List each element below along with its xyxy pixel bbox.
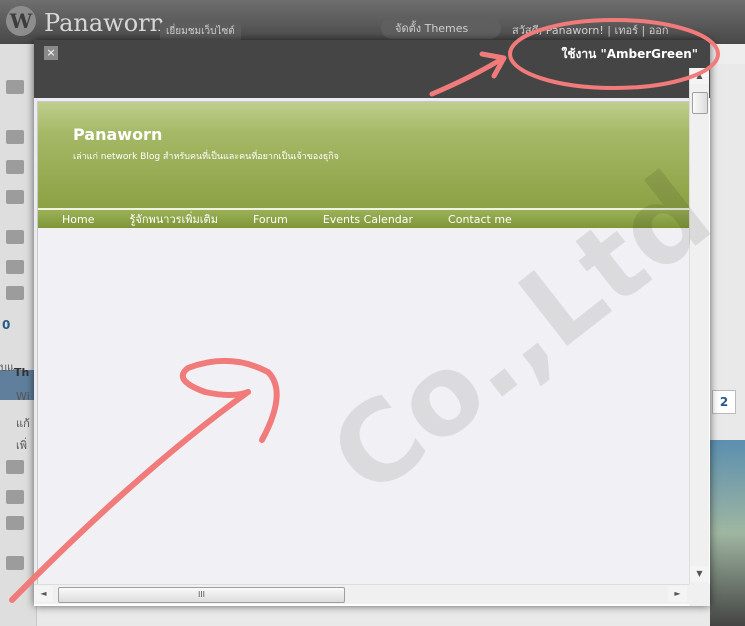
scrollbar-corner bbox=[689, 584, 710, 606]
sidebar-digit: 0 bbox=[2, 318, 11, 332]
vertical-scrollbar[interactable]: ▲ ▼ bbox=[689, 68, 709, 584]
scroll-right-icon[interactable]: ► bbox=[668, 586, 687, 602]
table-icon[interactable] bbox=[6, 286, 24, 300]
theme-thumbnail[interactable] bbox=[710, 440, 745, 626]
admin-sidebar bbox=[0, 44, 37, 626]
nav-events-calendar[interactable]: Events Calendar bbox=[323, 213, 413, 226]
vertical-scroll-thumb[interactable] bbox=[692, 92, 708, 114]
media-icon[interactable] bbox=[6, 160, 24, 174]
sidebar-label-editor[interactable]: แก้ bbox=[16, 414, 30, 432]
sidebar-label-widgets[interactable]: Wi bbox=[16, 390, 30, 403]
comments-icon[interactable] bbox=[6, 260, 24, 274]
modal-toolbar: × ใช้งาน "AmberGreen" bbox=[34, 40, 710, 98]
scroll-left-icon[interactable]: ◄ bbox=[34, 586, 53, 602]
links-icon[interactable] bbox=[6, 190, 24, 204]
tools-icon[interactable] bbox=[6, 516, 24, 530]
user-greeting[interactable]: สวัสดี, Panaworn! | เทอร์ | ออก bbox=[512, 21, 669, 39]
theme-site-title[interactable]: Panaworn bbox=[73, 125, 162, 144]
theme-header: Panaworn เล่าแก่ network Blog สำหรับคนที… bbox=[38, 102, 689, 210]
nav-contact[interactable]: Contact me bbox=[448, 213, 512, 226]
nav-about[interactable]: รู้จักพนาวรเพิ่มเติม bbox=[129, 210, 217, 228]
theme-page: Panaworn เล่าแก่ network Blog สำหรับคนที… bbox=[37, 101, 689, 584]
theme-nav-bar: Home รู้จักพนาวรเพิ่มเติม Forum Events C… bbox=[38, 210, 689, 228]
horizontal-scrollbar[interactable]: ◄ III ► bbox=[34, 584, 689, 604]
nav-home[interactable]: Home bbox=[62, 213, 94, 226]
sidebar-label-themes[interactable]: Th bbox=[14, 366, 29, 379]
background-strip bbox=[710, 44, 745, 64]
preview-viewport: Panaworn เล่าแก่ network Blog สำหรับคนที… bbox=[34, 98, 689, 584]
dashboard-icon[interactable] bbox=[6, 80, 24, 94]
pagination-page-2[interactable]: 2 bbox=[712, 390, 736, 414]
users-icon[interactable] bbox=[6, 490, 24, 504]
sidebar-label-add[interactable]: เพิ่ bbox=[16, 436, 27, 454]
sidebar-extra-label: บแ bbox=[0, 361, 15, 374]
close-icon[interactable]: × bbox=[44, 46, 58, 60]
activate-theme-link[interactable]: ใช้งาน "AmberGreen" bbox=[561, 45, 698, 64]
wordpress-logo-icon[interactable]: W bbox=[6, 6, 36, 36]
settings-icon[interactable] bbox=[6, 556, 24, 570]
horizontal-scroll-thumb[interactable]: III bbox=[58, 587, 345, 603]
scroll-up-icon[interactable]: ▲ bbox=[690, 68, 709, 84]
theme-preview-modal: × ใช้งาน "AmberGreen" Panaworn เล่าแก่ n… bbox=[34, 40, 710, 606]
visit-site-button[interactable]: เยี่ยมชมเว็บไซต์ bbox=[160, 22, 241, 41]
themes-dropdown-button[interactable]: จัดตั้ง Themes bbox=[381, 17, 501, 39]
plugins-icon[interactable] bbox=[6, 460, 24, 474]
pages-icon[interactable] bbox=[6, 230, 24, 244]
admin-header: W Panaworn เยี่ยมชมเว็บไซต์ จัดตั้ง Them… bbox=[0, 0, 745, 44]
scroll-down-icon[interactable]: ▼ bbox=[690, 566, 709, 582]
theme-tagline: เล่าแก่ network Blog สำหรับคนที่เป็นและค… bbox=[73, 152, 339, 162]
nav-forum[interactable]: Forum bbox=[253, 213, 288, 226]
posts-icon[interactable] bbox=[6, 130, 24, 144]
site-title[interactable]: Panaworn bbox=[44, 9, 165, 37]
